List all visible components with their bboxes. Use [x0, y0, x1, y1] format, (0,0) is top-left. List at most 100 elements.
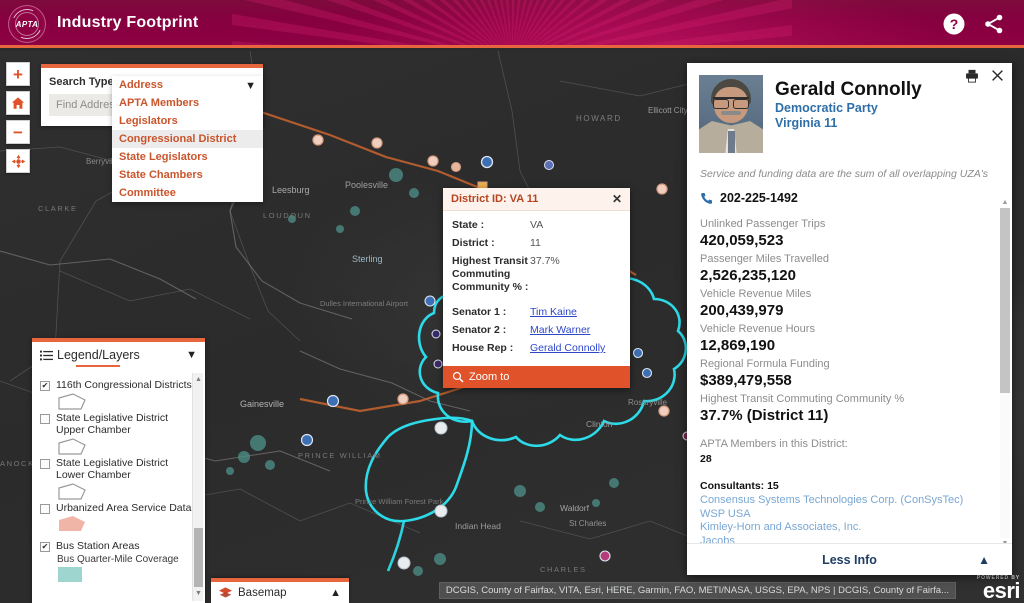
zoom-out-button[interactable]: −	[6, 120, 30, 144]
attribute-link[interactable]: Tim Kaine	[530, 306, 577, 318]
attribute-link[interactable]: Mark Warner	[530, 324, 590, 336]
map-label: PRINCE WILLIAM	[298, 451, 382, 460]
chevron-up-icon[interactable]: ▲	[330, 587, 341, 599]
home-button[interactable]	[6, 91, 30, 115]
attribute-value[interactable]: Gerald Connolly	[530, 342, 605, 355]
search-option-congressional-district[interactable]: Congressional District	[112, 130, 263, 148]
zoom-in-button[interactable]: +	[6, 62, 30, 86]
legend-swatch-wrap	[40, 482, 195, 500]
legend-item-row[interactable]: State Legislative District Lower Chamber	[40, 457, 195, 482]
statistic-value: $389,479,558	[700, 372, 792, 389]
esri-wordmark: esri	[982, 578, 1021, 603]
map-label: CHARLES	[540, 565, 587, 574]
info-panel-scroll-thumb[interactable]	[1000, 208, 1010, 393]
legend-item-row[interactable]: ✔ 116th Congressional Districts	[40, 379, 195, 392]
less-info-label: Less Info	[822, 552, 877, 567]
basemap-label: Basemap	[238, 586, 287, 599]
legend-item-label: State Legislative District Upper Chamber	[56, 411, 169, 437]
district-attribute-row: House Rep : Gerald Connolly	[452, 342, 621, 355]
apta-logo-icon: APTA	[7, 4, 47, 44]
legend-item-label: 116th Congressional Districts	[56, 379, 192, 391]
legend-swatch	[58, 515, 195, 537]
search-option-legislators[interactable]: Legislators	[112, 112, 263, 130]
search-type-dropdown[interactable]: Address APTA Members Legislators Congressio…	[112, 76, 263, 202]
apta-members-block: APTA Members in this District: 28	[687, 427, 1012, 467]
locate-button[interactable]	[6, 149, 30, 173]
layer-checkbox[interactable]	[40, 503, 50, 514]
legislator-district: Virginia 11	[775, 116, 838, 130]
map-label: CLARKE	[38, 204, 78, 213]
layer-checkbox[interactable]	[40, 458, 50, 469]
legislator-party: Democratic Party	[775, 101, 878, 115]
legend-layers-panel: Legend/Layers ▼ ✔ 116th Congressional Dis…	[32, 338, 205, 603]
district-representative-rows: Senator 1 : Tim Kaine Senator 2 : Mark Warn…	[452, 306, 621, 355]
attribute-link[interactable]: Gerald Connolly	[530, 342, 605, 354]
zoom-to-button[interactable]: Zoom to	[443, 366, 630, 388]
search-option-apta-members[interactable]: APTA Members	[112, 94, 263, 112]
statistic-label: Vehicle Revenue Miles	[700, 288, 812, 300]
attribute-value[interactable]: Tim Kaine	[530, 306, 577, 319]
crosshair-locate-icon	[11, 154, 25, 168]
map-label: Clinton	[586, 419, 613, 429]
share-icon[interactable]	[982, 12, 1006, 36]
search-option-state-chambers[interactable]: State Chambers	[112, 166, 263, 184]
legend-title: Legend/Layers	[57, 348, 140, 362]
apta-members-count: 28	[700, 453, 712, 465]
search-option-state-legislators[interactable]: State Legislators	[112, 148, 263, 166]
legend-swatch-wrap	[40, 515, 195, 537]
search-option-address[interactable]: Address	[112, 76, 263, 94]
layer-checkbox[interactable]: ✔	[40, 381, 50, 391]
district-popup-body: State : VA District :11 Highest Transit Com…	[443, 211, 630, 366]
map-label: Waldorf	[560, 503, 589, 513]
statistic-label: Vehicle Revenue Hours	[700, 323, 815, 335]
consultant-link[interactable]: WSP USA	[700, 508, 999, 522]
printer-icon[interactable]	[965, 69, 979, 88]
legend-scrollbar[interactable]: ▲ ▼	[192, 373, 203, 601]
legend-item-row[interactable]: Urbanized Area Service Data	[40, 502, 195, 515]
scroll-up-arrow-icon[interactable]: ▲	[194, 375, 203, 385]
layer-checkbox[interactable]: ✔	[40, 542, 50, 552]
map-label: Indian Head	[455, 521, 501, 531]
legend-swatch-wrap	[40, 392, 195, 410]
close-icon[interactable]	[991, 69, 1004, 88]
info-panel-scrollbar[interactable]: ▲ ▼	[1000, 199, 1010, 547]
map-label: Dulles International Airport	[320, 299, 408, 308]
layer-checkbox[interactable]	[40, 413, 50, 424]
chevron-down-icon[interactable]: ▼	[245, 80, 256, 92]
map-label: Prince William Forest Park	[355, 497, 444, 506]
consultant-link[interactable]: Consensus Systems Technologies Corp. (Co…	[700, 494, 999, 508]
legislator-info-panel: Gerald Connolly Democratic Party Virgini…	[687, 63, 1012, 575]
search-type-options: Address APTA Members Legislators Congressio…	[112, 76, 263, 202]
chevron-down-icon[interactable]: ▼	[186, 349, 197, 361]
search-option-committee[interactable]: Committee	[112, 184, 263, 202]
legend-list[interactable]: ✔ 116th Congressional Districts State Legi…	[32, 373, 205, 603]
legend-item-label: Urbanized Area Service Data	[56, 501, 192, 514]
legend-item-row[interactable]: State Legislative District Upper Chamber	[40, 412, 195, 437]
phone-number[interactable]: 202-225-1492	[720, 191, 798, 205]
help-icon[interactable]: ?	[942, 12, 966, 36]
legend-header[interactable]: Legend/Layers ▼	[32, 342, 205, 367]
magnifier-icon	[452, 371, 464, 383]
scroll-up-arrow-icon[interactable]: ▲	[1000, 197, 1010, 208]
map-label: Poolesville	[345, 180, 389, 190]
legend-title-wrap: Legend/Layers	[40, 348, 140, 362]
map-navigation-controls: + −	[6, 62, 30, 178]
statistic-label: Unlinked Passenger Trips	[700, 218, 826, 230]
minus-icon: −	[13, 122, 23, 142]
map-label: St Charles	[569, 519, 607, 528]
statistics-list: Unlinked Passenger Trips 420,059,523 Passe…	[687, 205, 1012, 425]
legend-scroll-thumb[interactable]	[194, 528, 203, 587]
legend-swatch-wrap	[40, 437, 195, 455]
basemap-widget[interactable]: Basemap ▲	[211, 578, 349, 603]
chevron-up-icon[interactable]: ▲	[978, 553, 990, 567]
attribute-key: District :	[452, 237, 495, 249]
consultant-link[interactable]: Kimley-Horn and Associates, Inc.	[700, 521, 999, 535]
legislator-name: Gerald Connolly	[775, 79, 922, 100]
less-info-button[interactable]: Less Info ▲	[687, 543, 1012, 575]
close-icon[interactable]: ✕	[612, 193, 622, 205]
scroll-down-arrow-icon[interactable]: ▼	[194, 589, 203, 599]
attribute-value[interactable]: Mark Warner	[530, 324, 590, 337]
consultants-label: Consultants: 15	[700, 480, 779, 492]
attribute-value: VA	[530, 219, 544, 231]
legend-item-row[interactable]: ✔ Bus Station Areas	[40, 540, 195, 553]
